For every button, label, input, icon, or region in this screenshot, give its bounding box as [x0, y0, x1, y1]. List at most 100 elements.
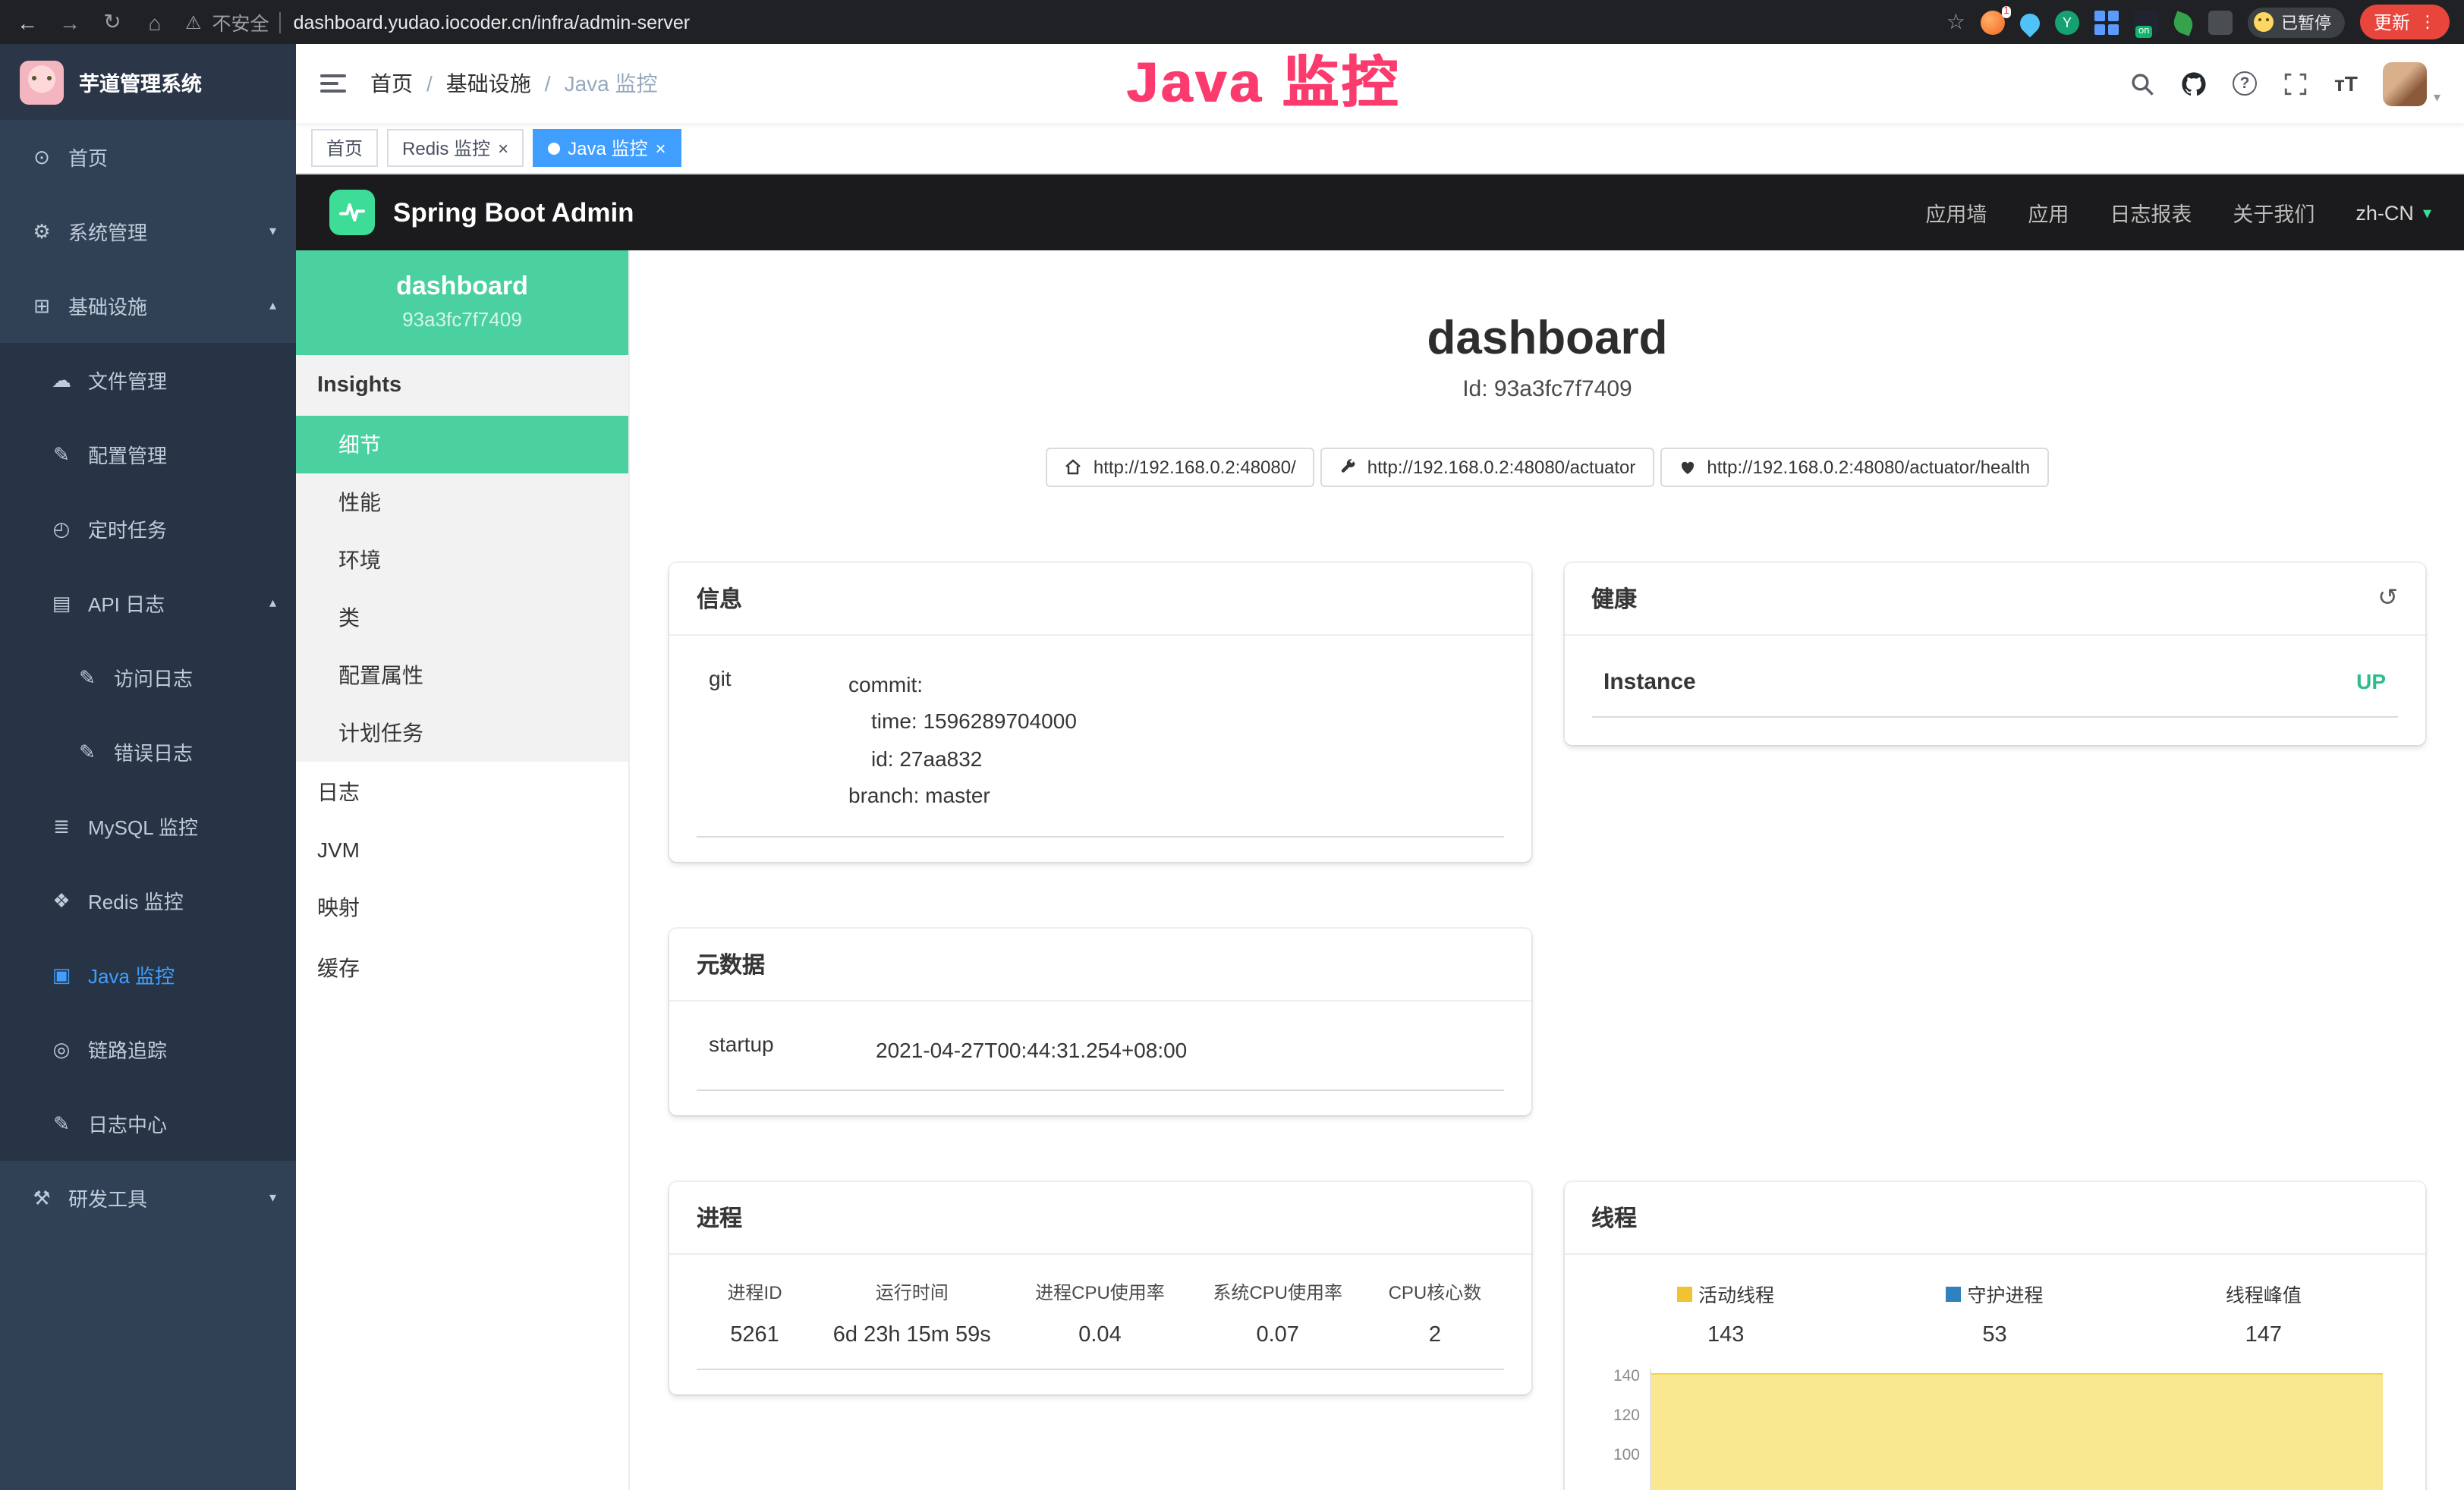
sidebar-item-files[interactable]: ☁ 文件管理: [0, 343, 296, 417]
breadcrumb-home[interactable]: 首页: [370, 68, 413, 99]
sba-nav-applications[interactable]: 应用: [2028, 197, 2069, 228]
endpoint-base-url[interactable]: http://192.168.0.2:48080/: [1046, 447, 1314, 486]
browser-home-icon[interactable]: ⌂: [143, 10, 167, 34]
cards-grid: 信息 git commit: time: 1596289704000 id: 2…: [669, 562, 2425, 1490]
instance-id-line: Id: 93a3fc7f7409: [669, 376, 2425, 401]
sidebar-item-config[interactable]: ✎配置管理: [0, 417, 296, 492]
extension-puzzle-icon[interactable]: [2208, 10, 2233, 34]
sba-menu-classes[interactable]: 类: [296, 589, 628, 646]
sba-menu-scheduled-tasks[interactable]: 计划任务: [296, 704, 628, 762]
browser-menu-icon[interactable]: ⋮: [2419, 12, 2436, 32]
paused-chip[interactable]: 已暂停: [2248, 7, 2345, 37]
github-icon[interactable]: [2181, 71, 2207, 96]
sba-menu-environment[interactable]: 环境: [296, 531, 628, 589]
home-icon: [1065, 457, 1083, 476]
cloud-icon: ☁: [50, 368, 73, 392]
sba-menu-logs[interactable]: 日志: [296, 762, 628, 822]
sidebar-item-home[interactable]: ⊙ 首页: [0, 120, 296, 194]
log-icon: ✎: [76, 665, 99, 690]
dashboard-icon: ⊙: [30, 145, 53, 169]
sba-menu-metrics[interactable]: 性能: [296, 473, 628, 531]
sba-menu-jvm[interactable]: JVM: [296, 822, 628, 877]
endpoint-url: http://192.168.0.2:48080/actuator: [1367, 456, 1636, 477]
log-center-icon: ✎: [50, 1111, 73, 1136]
health-instance-label: Instance: [1603, 668, 1696, 694]
sba-brand[interactable]: Spring Boot Admin: [329, 190, 634, 235]
health-row[interactable]: Instance UP: [1591, 659, 2398, 717]
font-size-icon[interactable]: тT: [2334, 71, 2358, 96]
sba-menu-details[interactable]: 细节: [296, 416, 628, 473]
doc-icon: ▤: [50, 591, 73, 615]
browser-toolbar-right: ☆ 1 Y on 已暂停 更新 ⋮: [1946, 5, 2450, 39]
close-icon[interactable]: ×: [655, 139, 666, 157]
tag-home[interactable]: 首页: [311, 129, 378, 167]
sidebar-item-label: 首页: [68, 143, 108, 171]
sidebar-item-dev-tools[interactable]: ⚒研发工具▾: [0, 1161, 296, 1235]
instance-header[interactable]: dashboard 93a3fc7f7409: [296, 250, 628, 355]
sidebar-item-java[interactable]: ▣Java 监控: [0, 938, 296, 1012]
url-text[interactable]: dashboard.yudao.iocoder.cn/infra/admin-s…: [280, 11, 691, 33]
fullscreen-icon[interactable]: [2283, 71, 2308, 96]
endpoint-health-url[interactable]: http://192.168.0.2:48080/actuator/health: [1660, 447, 2048, 486]
instance-name: dashboard: [311, 272, 613, 302]
avatar[interactable]: [2384, 61, 2428, 105]
sidebar-item-api-log[interactable]: ▤API 日志▴: [0, 566, 296, 640]
extension-switch-icon[interactable]: on: [2134, 10, 2158, 34]
sidebar-item-jobs[interactable]: ◴定时任务: [0, 492, 296, 566]
column-header: 运行时间: [813, 1279, 1011, 1305]
caret-down-icon: ▾: [2434, 89, 2440, 105]
extension-leaf-icon[interactable]: [2170, 11, 2195, 36]
search-icon[interactable]: [2129, 71, 2155, 96]
history-icon[interactable]: ↺: [2377, 583, 2398, 613]
sba-nav-about[interactable]: 关于我们: [2233, 197, 2315, 228]
legend-value: 147: [2129, 1323, 2398, 1347]
sidebar-item-infrastructure[interactable]: ⊞基础设施▴: [0, 269, 296, 343]
extension-green-icon[interactable]: Y: [2055, 10, 2079, 34]
refresh-icon[interactable]: ↻: [100, 9, 124, 35]
sidebar-item-access-log[interactable]: ✎访问日志: [0, 640, 296, 715]
locale-selector[interactable]: zh-CN ▾: [2355, 201, 2431, 224]
sba-main: dashboard Id: 93a3fc7f7409 http://192.16…: [630, 250, 2464, 1490]
sidebar-menu: ⊙ 首页 ⚙系统管理▾ ⊞基础设施▴ ☁ 文件管理 ✎配置管理 ◴定时任务 ▤API…: [0, 120, 296, 1490]
close-icon[interactable]: ×: [498, 139, 508, 157]
card-title: 健康: [1591, 582, 1637, 614]
breadcrumb-current: Java 监控: [565, 68, 658, 99]
sba-nav-wallboard[interactable]: 应用墙: [1925, 197, 1987, 228]
tag-java[interactable]: Java 监控 ×: [533, 129, 681, 167]
legend-value: 143: [1591, 1323, 1860, 1347]
extension-grid-icon[interactable]: [2094, 10, 2119, 34]
sba-brand-label: Spring Boot Admin: [393, 196, 634, 228]
tag-label: Java 监控: [568, 135, 647, 161]
sidebar-item-log-center[interactable]: ✎ 日志中心: [0, 1086, 296, 1161]
sidebar-item-mysql[interactable]: ≣MySQL 监控: [0, 789, 296, 863]
tag-redis[interactable]: Redis 监控×: [387, 129, 524, 167]
sidebar-item-label: 文件管理: [88, 366, 167, 395]
sba-menu-config-props[interactable]: 配置属性: [296, 646, 628, 704]
extension-drop-icon[interactable]: [2016, 10, 2044, 38]
hamburger-icon[interactable]: [320, 74, 346, 93]
extension-orange-icon[interactable]: 1: [1981, 10, 2005, 34]
redis-icon: ❖: [50, 888, 73, 913]
sidebar-item-trace[interactable]: ◎链路追踪: [0, 1012, 296, 1086]
sba-nav-journal[interactable]: 日志报表: [2110, 197, 2192, 228]
sidebar-item-error-log[interactable]: ✎错误日志: [0, 715, 296, 789]
sidebar-item-system[interactable]: ⚙系统管理▾: [0, 194, 296, 269]
address-bar[interactable]: ⚠ 不安全 dashboard.yudao.iocoder.cn/infra/a…: [185, 8, 1928, 36]
sidebar-item-label: Redis 监控: [88, 886, 184, 915]
sba-menu-caches[interactable]: 缓存: [296, 938, 628, 998]
metadata-value: 2021-04-27T00:44:31.254+08:00: [876, 1031, 1491, 1068]
help-icon[interactable]: ?: [2233, 71, 2257, 96]
sidebar-item-label: 日志中心: [88, 1109, 167, 1138]
breadcrumb-infrastructure[interactable]: 基础设施: [446, 68, 531, 99]
threads-chart: 140 120 100: [1591, 1369, 2398, 1490]
security-label: 不安全: [212, 8, 269, 36]
user-menu[interactable]: ▾: [2384, 61, 2440, 105]
sba-menu-mappings[interactable]: 映射: [296, 877, 628, 938]
forward-icon[interactable]: →: [58, 10, 82, 34]
back-icon[interactable]: ←: [15, 10, 39, 34]
update-button[interactable]: 更新 ⋮: [2360, 5, 2450, 39]
sidebar-item-redis[interactable]: ❖ Redis 监控: [0, 863, 296, 938]
sidebar-logo-row[interactable]: 芋道管理系统: [0, 44, 296, 120]
bookmark-star-icon[interactable]: ☆: [1946, 9, 1965, 35]
endpoint-actuator-url[interactable]: http://192.168.0.2:48080/actuator: [1320, 447, 1654, 486]
